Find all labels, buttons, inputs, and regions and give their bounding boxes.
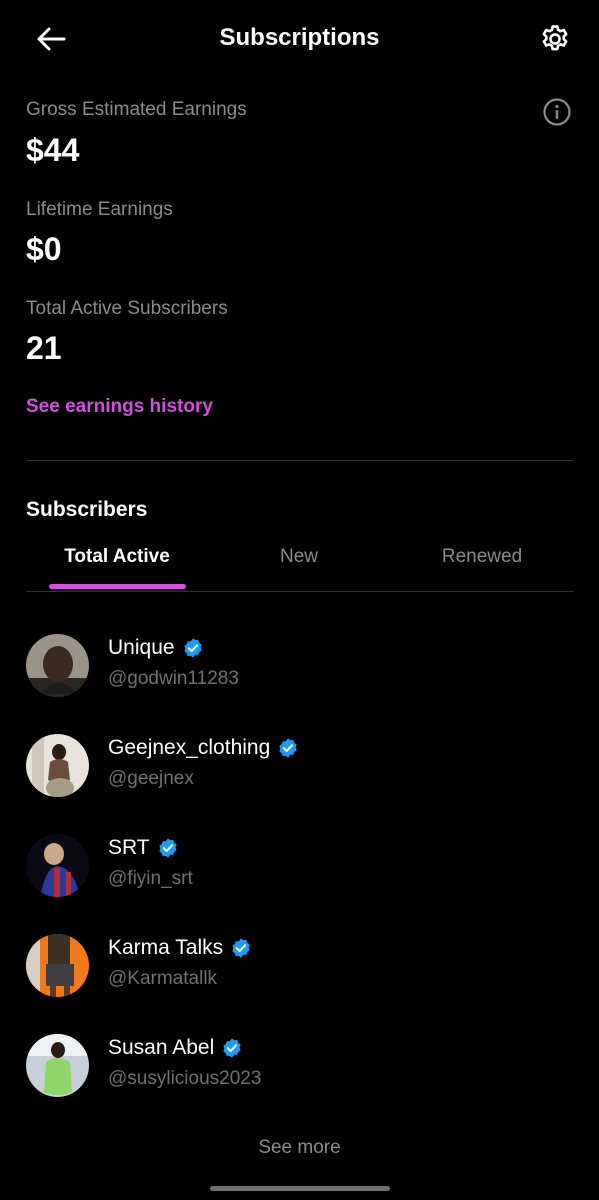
- info-button[interactable]: [541, 96, 573, 128]
- gross-earnings-label: Gross Estimated Earnings: [26, 99, 247, 120]
- home-indicator-bar[interactable]: [210, 1186, 390, 1191]
- avatar: [26, 634, 89, 697]
- avatar: [26, 934, 89, 997]
- lifetime-earnings-label: Lifetime Earnings: [26, 199, 173, 220]
- info-icon: [543, 98, 571, 126]
- section-divider: [26, 460, 574, 461]
- gross-earnings-value: $44: [26, 132, 80, 168]
- verified-badge-icon: [183, 638, 202, 658]
- lifetime-earnings-value: $0: [26, 231, 62, 267]
- subscriber-handle: @susylicious2023: [108, 1068, 262, 1089]
- subscriber-row[interactable]: Unique @godwin11283: [26, 634, 574, 698]
- avatar: [26, 1034, 89, 1097]
- subscriber-name: SRT: [108, 836, 150, 859]
- gear-icon: [542, 25, 568, 51]
- active-subscribers-value: 21: [26, 330, 62, 366]
- subscriptions-screen: Subscriptions Gross Estimated Earnings $…: [0, 0, 599, 1200]
- subscriber-row[interactable]: Geejnex_clothing @geejnex: [26, 734, 574, 798]
- tab-total-active[interactable]: Total Active: [32, 546, 202, 568]
- subscriber-row[interactable]: Susan Abel @susylicious2023: [26, 1034, 574, 1098]
- earnings-history-link[interactable]: See earnings history: [26, 396, 213, 418]
- subscriber-handle: @godwin11283: [108, 668, 239, 689]
- subscriber-name: Karma Talks: [108, 936, 224, 959]
- tab-renewed[interactable]: Renewed: [397, 546, 567, 568]
- verified-badge-icon: [159, 838, 177, 858]
- see-more-button[interactable]: See more: [0, 1137, 599, 1159]
- subscriber-handle: @geejnex: [108, 768, 194, 789]
- subscriber-handle: @fiyin_srt: [108, 868, 193, 889]
- subscriber-row[interactable]: SRT @fiyin_srt: [26, 834, 574, 898]
- tabs-divider: [26, 591, 574, 592]
- subscriber-handle: @Karmatallk: [108, 968, 218, 989]
- subscriber-name: Geejnex_clothing: [108, 736, 271, 759]
- subscriber-row[interactable]: Karma Talks @Karmatallk: [26, 934, 574, 998]
- page-title: Subscriptions: [219, 24, 380, 51]
- avatar: [26, 834, 89, 897]
- verified-badge-icon: [279, 738, 297, 758]
- verified-badge-icon: [223, 1038, 241, 1058]
- verified-badge-icon: [232, 938, 250, 958]
- active-tab-indicator: [49, 584, 186, 589]
- avatar: [26, 734, 89, 797]
- tab-new[interactable]: New: [214, 546, 384, 568]
- active-subscribers-label: Total Active Subscribers: [26, 298, 228, 319]
- settings-button[interactable]: [534, 18, 576, 60]
- subscriber-name: Unique: [108, 636, 175, 659]
- subscribers-heading: Subscribers: [26, 498, 148, 521]
- subscriber-name: Susan Abel: [108, 1036, 215, 1059]
- top-bar: Subscriptions: [0, 0, 599, 76]
